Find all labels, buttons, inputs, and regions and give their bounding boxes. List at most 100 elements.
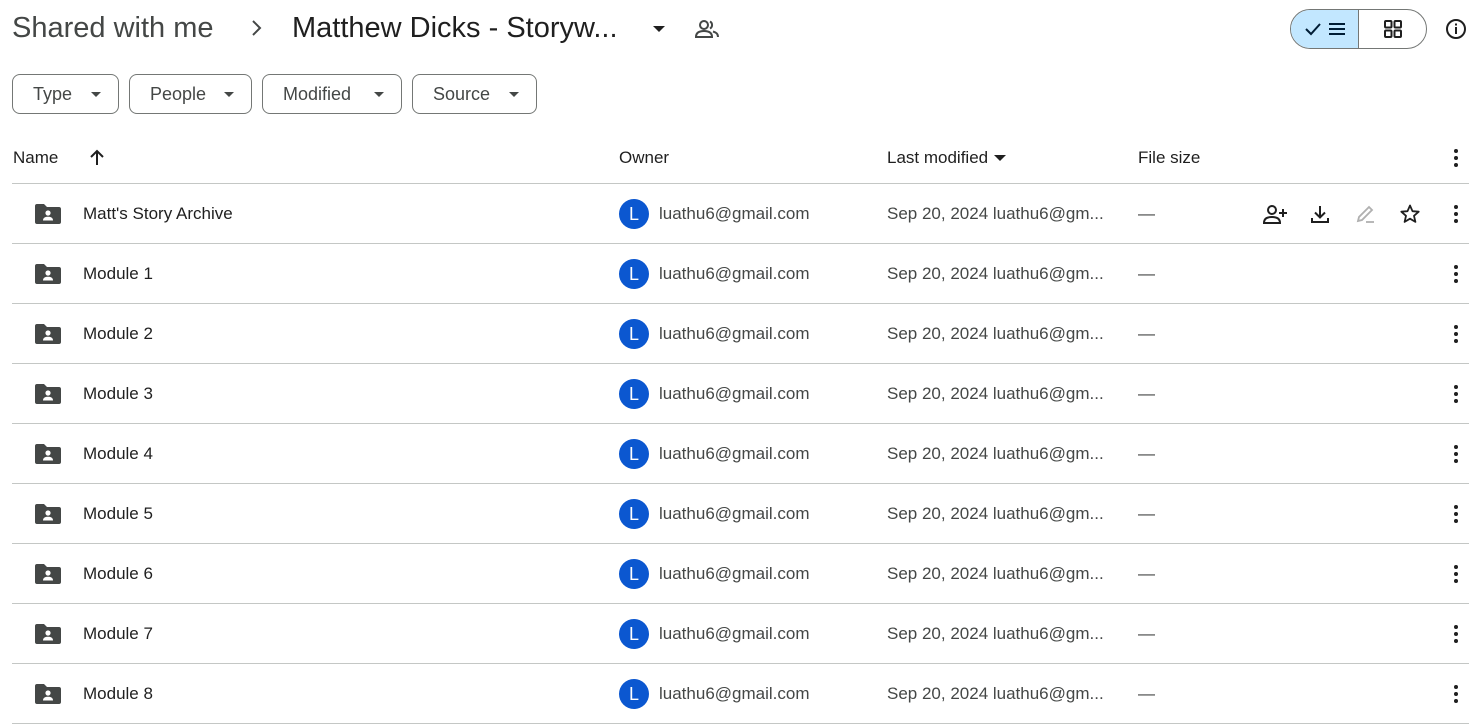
last-modified: Sep 20, 2024 luathu6@gm...: [887, 444, 1104, 463]
shared-folder-icon: [34, 503, 62, 525]
caret-down-icon[interactable]: [650, 22, 668, 36]
info-icon[interactable]: [1444, 17, 1468, 41]
more-vert-icon[interactable]: [1444, 442, 1468, 466]
last-modified: Sep 20, 2024 luathu6@gm...: [887, 324, 1104, 343]
row-actions: [1262, 201, 1423, 227]
pencil-icon[interactable]: [1352, 201, 1378, 227]
caret-down-icon: [90, 91, 102, 99]
owner-email: luathu6@gmail.com: [659, 504, 810, 523]
file-name: Module 2: [83, 324, 153, 343]
table-row[interactable]: Module 2 L luathu6@gmail.com Sep 20, 202…: [12, 304, 1469, 364]
more-vert-icon[interactable]: [1444, 262, 1468, 286]
table-row[interactable]: Matt's Story Archive L luathu6@gmail.com…: [12, 184, 1469, 244]
file-size: —: [1138, 564, 1155, 583]
column-owner[interactable]: Owner: [619, 134, 669, 182]
more-vert-icon[interactable]: [1444, 622, 1468, 646]
avatar: L: [619, 559, 649, 589]
file-size: —: [1138, 684, 1155, 703]
avatar: L: [619, 619, 649, 649]
last-modified: Sep 20, 2024 luathu6@gm...: [887, 504, 1104, 523]
more-vert-icon[interactable]: [1444, 562, 1468, 586]
table-row[interactable]: Module 7 L luathu6@gmail.com Sep 20, 202…: [12, 604, 1469, 664]
shared-people-icon[interactable]: [694, 18, 720, 40]
filter-type-label: Type: [33, 83, 73, 104]
shared-folder-icon: [34, 623, 62, 645]
shared-folder-icon: [34, 383, 62, 405]
column-file-size[interactable]: File size: [1138, 134, 1200, 182]
last-modified: Sep 20, 2024 luathu6@gm...: [887, 264, 1104, 283]
table-row[interactable]: Module 6 L luathu6@gmail.com Sep 20, 202…: [12, 544, 1469, 604]
column-header: Name Owner Last modified File size: [12, 134, 1469, 184]
owner-email: luathu6@gmail.com: [659, 324, 810, 343]
more-vert-icon[interactable]: [1444, 322, 1468, 346]
file-size: —: [1138, 444, 1155, 463]
owner-email: luathu6@gmail.com: [659, 264, 810, 283]
view-toggle: [1290, 9, 1427, 49]
sort-arrow-up-icon[interactable]: [88, 134, 106, 182]
filter-source-label: Source: [433, 83, 491, 104]
file-name: Module 3: [83, 384, 153, 403]
more-vert-icon[interactable]: [1444, 382, 1468, 406]
table-row[interactable]: Module 5 L luathu6@gmail.com Sep 20, 202…: [12, 484, 1469, 544]
more-vert-icon[interactable]: [1444, 134, 1468, 182]
table-row[interactable]: Module 4 L luathu6@gmail.com Sep 20, 202…: [12, 424, 1469, 484]
more-vert-icon[interactable]: [1444, 502, 1468, 526]
more-vert-icon[interactable]: [1444, 202, 1468, 226]
column-last-modified-label: Last modified: [887, 148, 989, 167]
file-size: —: [1138, 504, 1155, 523]
last-modified: Sep 20, 2024 luathu6@gm...: [887, 564, 1104, 583]
column-name[interactable]: Name: [13, 134, 58, 182]
owner-email: luathu6@gmail.com: [659, 624, 810, 643]
file-name: Module 8: [83, 684, 153, 703]
file-size: —: [1138, 324, 1155, 343]
filter-source-chip[interactable]: Source: [412, 74, 537, 114]
shared-folder-icon: [34, 683, 62, 705]
caret-down-icon: [223, 91, 235, 99]
file-name: Module 7: [83, 624, 153, 643]
last-modified: Sep 20, 2024 luathu6@gm...: [887, 684, 1104, 703]
avatar: L: [619, 319, 649, 349]
avatar: L: [619, 259, 649, 289]
owner-email: luathu6@gmail.com: [659, 204, 810, 223]
file-size: —: [1138, 624, 1155, 643]
table-row[interactable]: Module 8 L luathu6@gmail.com Sep 20, 202…: [12, 664, 1469, 724]
download-icon[interactable]: [1307, 201, 1333, 227]
column-owner-label: Owner: [619, 148, 670, 167]
more-vert-icon[interactable]: [1444, 682, 1468, 706]
avatar: L: [619, 679, 649, 709]
last-modified: Sep 20, 2024 luathu6@gm...: [887, 624, 1104, 643]
filter-modified-chip[interactable]: Modified: [262, 74, 402, 114]
add-person-icon[interactable]: [1262, 201, 1288, 227]
shared-folder-icon: [34, 263, 62, 285]
grid-view-button[interactable]: [1359, 10, 1426, 48]
caret-down-icon: [373, 91, 385, 99]
shared-folder-icon: [34, 203, 62, 225]
avatar: L: [619, 499, 649, 529]
column-last-modified[interactable]: Last modified: [887, 134, 1007, 182]
star-icon[interactable]: [1397, 201, 1423, 227]
owner-email: luathu6@gmail.com: [659, 564, 810, 583]
list-view-button[interactable]: [1291, 10, 1359, 48]
file-size: —: [1138, 384, 1155, 403]
caret-down-icon: [508, 91, 520, 99]
file-name: Module 1: [83, 264, 153, 283]
shared-folder-icon: [34, 323, 62, 345]
filter-modified-label: Modified: [283, 83, 352, 104]
breadcrumb-root[interactable]: Shared with me: [12, 10, 214, 46]
list-icon: [1327, 20, 1347, 38]
grid-icon: [1383, 19, 1403, 39]
file-size: —: [1138, 204, 1155, 223]
header: Shared with me Matthew Dicks - Storyw...: [0, 0, 1469, 60]
check-icon: [1303, 20, 1323, 38]
table-row[interactable]: Module 3 L luathu6@gmail.com Sep 20, 202…: [12, 364, 1469, 424]
avatar: L: [619, 439, 649, 469]
filter-type-chip[interactable]: Type: [12, 74, 119, 114]
owner-email: luathu6@gmail.com: [659, 444, 810, 463]
table-row[interactable]: Module 1 L luathu6@gmail.com Sep 20, 202…: [12, 244, 1469, 304]
filter-people-label: People: [150, 83, 207, 104]
breadcrumb-current-folder[interactable]: Matthew Dicks - Storyw...: [292, 10, 618, 46]
file-name: Module 5: [83, 504, 153, 523]
last-modified: Sep 20, 2024 luathu6@gm...: [887, 204, 1104, 223]
filter-people-chip[interactable]: People: [129, 74, 252, 114]
avatar: L: [619, 379, 649, 409]
